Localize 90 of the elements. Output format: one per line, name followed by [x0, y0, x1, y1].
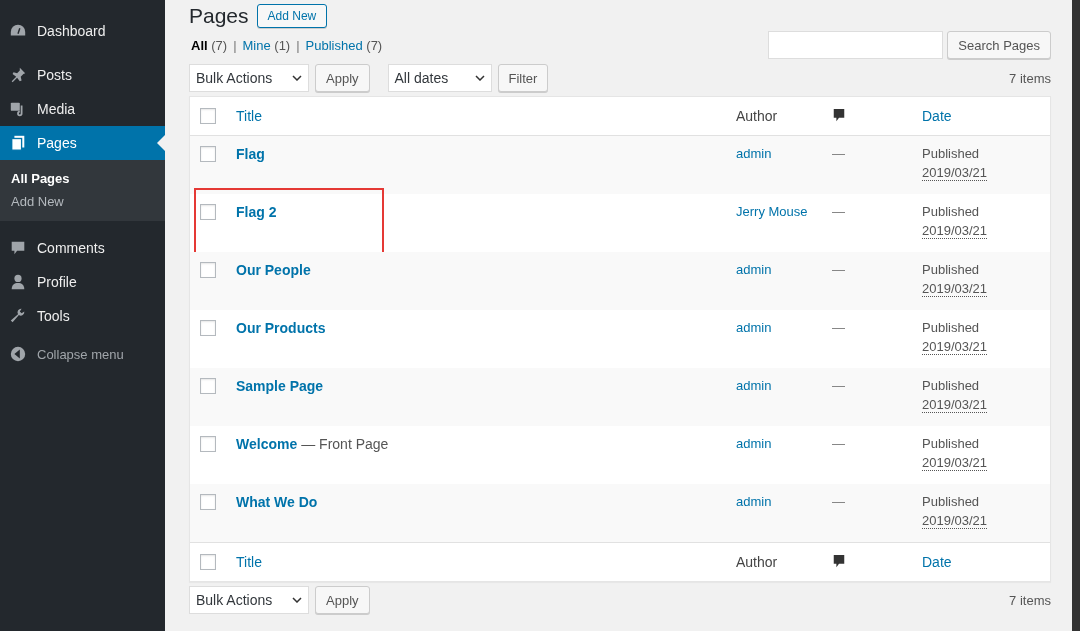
date-text: 2019/03/21 [922, 339, 988, 355]
page-title-link[interactable]: Our Products [236, 320, 326, 336]
comment-count: — [832, 204, 846, 219]
filter-button[interactable]: Filter [497, 64, 549, 92]
filter-link[interactable]: Published (7) [305, 37, 383, 53]
menu-item[interactable]: Profile [0, 265, 165, 299]
status-text: Published [922, 262, 981, 277]
person-icon [9, 273, 27, 291]
page-title-link[interactable]: Flag [236, 146, 265, 162]
checkbox[interactable] [200, 146, 216, 162]
menu-item[interactable]: Dashboard [0, 14, 165, 48]
status-text: Published [922, 494, 981, 509]
author-link[interactable]: admin [736, 320, 832, 335]
date-text: 2019/03/21 [922, 281, 988, 297]
item-count: 7 items [1009, 592, 1051, 608]
comment-bubble-icon [832, 553, 846, 568]
page-title-link[interactable]: Our People [236, 262, 311, 278]
item-count: 7 items [1009, 70, 1051, 86]
add-new-button[interactable]: Add New [256, 4, 328, 28]
submenu-item[interactable]: All Pages [0, 167, 165, 190]
checkbox[interactable] [200, 320, 216, 336]
scrollbar[interactable] [1072, 0, 1080, 631]
status-text: Published [922, 436, 981, 451]
separator: | [296, 37, 300, 53]
apply-button[interactable]: Apply [315, 64, 370, 92]
author-link[interactable]: Jerry Mouse [736, 204, 832, 219]
comment-count: — [832, 494, 846, 509]
status-text: Published [922, 320, 981, 335]
menu-item[interactable]: Collapse menu [0, 337, 165, 371]
column-header[interactable]: Date [922, 554, 1022, 570]
search-button[interactable]: Search Pages [947, 31, 1051, 59]
author-link[interactable]: admin [736, 146, 832, 161]
date-text: 2019/03/21 [922, 455, 988, 471]
date-text: 2019/03/21 [922, 223, 988, 239]
status-text: Published [922, 204, 981, 219]
wrench-icon [9, 307, 27, 325]
column-header[interactable]: Date [922, 108, 1022, 124]
checkbox[interactable] [200, 204, 216, 220]
checkbox[interactable] [200, 262, 216, 278]
menu-item[interactable]: Posts [0, 58, 165, 92]
filter-link[interactable]: All (7) [191, 37, 228, 53]
page-title-link[interactable]: Welcome [236, 436, 298, 452]
page-title-link[interactable]: Sample Page [236, 378, 324, 394]
checkbox[interactable] [200, 108, 216, 124]
author-link[interactable]: admin [736, 436, 832, 451]
column-header: Author [736, 554, 779, 570]
chevron-icon [292, 75, 302, 81]
bulk-actions-dropdown[interactable]: Bulk Actions [189, 64, 309, 92]
page-heading: Pages [189, 4, 249, 28]
left-arrow-circle-icon [9, 345, 27, 363]
comment-count: — [832, 378, 846, 393]
date-text: 2019/03/21 [922, 165, 988, 181]
submenu-item[interactable]: Add New [0, 190, 165, 213]
page-title-link[interactable]: Flag 2 [236, 204, 277, 220]
page-title-link[interactable]: What We Do [236, 494, 318, 510]
author-link[interactable]: admin [736, 262, 832, 277]
checkbox[interactable] [200, 494, 216, 510]
speech-bubble-icon [9, 239, 27, 257]
status-text: Published [922, 146, 981, 161]
comment-bubble-icon [832, 107, 846, 122]
menu-item[interactable]: Pages [0, 126, 165, 160]
date-text: 2019/03/21 [922, 397, 988, 413]
checkbox[interactable] [200, 378, 216, 394]
pages-icon [9, 134, 27, 152]
menu-item[interactable]: Media [0, 92, 165, 126]
filter-link[interactable]: Mine (1) [242, 37, 291, 53]
chevron-icon [474, 75, 485, 81]
column-header[interactable]: Title [236, 108, 736, 124]
separator: | [233, 37, 237, 53]
date-text: 2019/03/21 [922, 513, 988, 529]
page-state: — Front Page [301, 436, 389, 452]
dates-dropdown[interactable]: All dates [387, 64, 492, 92]
comment-count: — [832, 320, 846, 335]
apply-button[interactable]: Apply [315, 586, 370, 614]
status-text: Published [922, 378, 981, 393]
column-header: Author [736, 108, 779, 124]
column-header[interactable]: Title [236, 554, 736, 570]
bulk-actions-dropdown[interactable]: Bulk Actions [189, 586, 309, 614]
search-field[interactable] [768, 31, 944, 59]
chevron-icon [292, 597, 302, 603]
pushpin-icon [9, 66, 27, 84]
comment-count: — [832, 436, 846, 451]
comment-count: — [832, 146, 846, 161]
author-link[interactable]: admin [736, 494, 832, 509]
checkbox[interactable] [200, 554, 216, 570]
menu-item[interactable]: Comments [0, 231, 165, 265]
author-link[interactable]: admin [736, 378, 832, 393]
comment-count: — [832, 262, 846, 277]
menu-item[interactable]: Tools [0, 299, 165, 333]
checkbox[interactable] [200, 436, 216, 452]
